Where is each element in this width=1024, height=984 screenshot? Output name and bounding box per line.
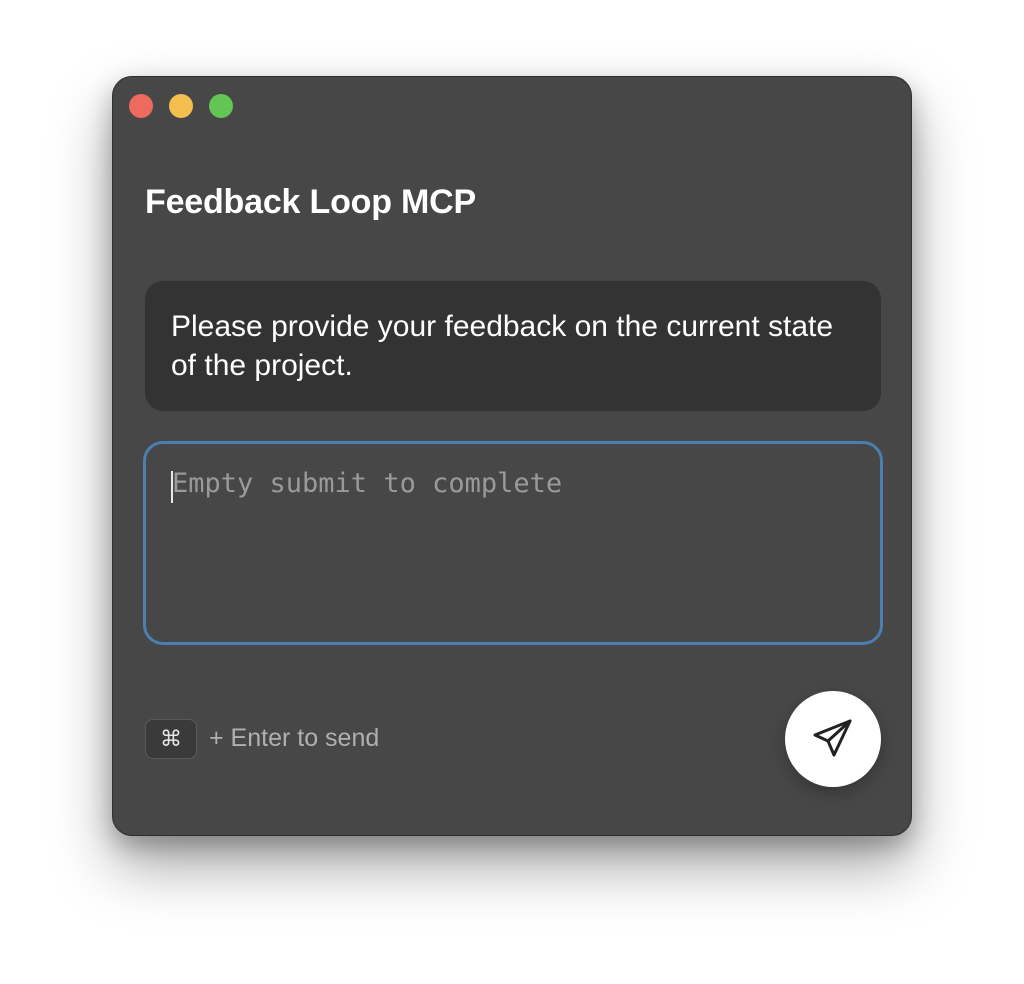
page-title: Feedback Loop MCP	[145, 183, 476, 221]
app-window: Feedback Loop MCP Please provide your fe…	[112, 76, 912, 836]
feedback-input[interactable]	[143, 441, 883, 645]
minimize-window-button[interactable]	[169, 94, 193, 118]
close-window-button[interactable]	[129, 94, 153, 118]
command-key-badge: ⌘	[145, 719, 197, 759]
prompt-message: Please provide your feedback on the curr…	[145, 281, 881, 411]
zoom-window-button[interactable]	[209, 94, 233, 118]
send-shortcut-hint: + Enter to send	[209, 724, 380, 752]
paper-plane-icon	[811, 716, 855, 763]
text-caret	[171, 471, 173, 503]
send-button[interactable]	[785, 691, 881, 787]
